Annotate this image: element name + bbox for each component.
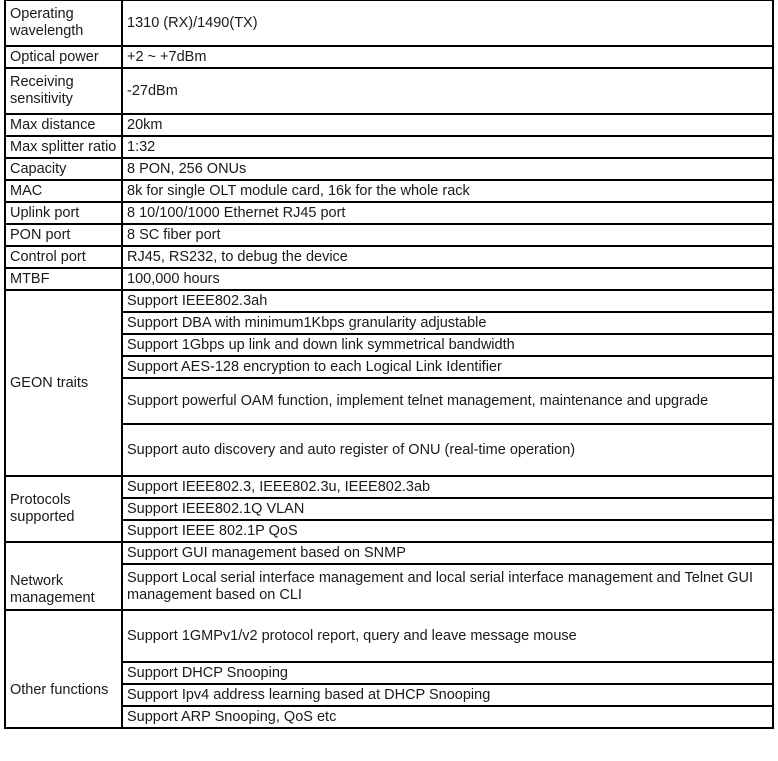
table-row: Max splitter ratio 1:32 (4, 135, 774, 159)
row-label-mac: MAC (4, 179, 123, 203)
table-row: Uplink port 8 10/100/1000 Ethernet RJ45 … (4, 201, 774, 225)
row-value-geon-2: Support DBA with minimum1Kbps granularit… (121, 311, 774, 335)
row-value-network-mgmt-1: Support GUI management based on SNMP (121, 541, 774, 565)
row-value-network-mgmt-2: Support Local serial interface managemen… (121, 563, 774, 611)
row-value-other-1: Support 1GMPv1/v2 protocol report, query… (121, 609, 774, 663)
row-value-mac: 8k for single OLT module card, 16k for t… (121, 179, 774, 203)
row-value-geon-6: Support auto discovery and auto register… (121, 423, 774, 477)
specification-table: Operating wavelength 1310 (RX)/1490(TX) … (4, 0, 774, 729)
row-value-other-2: Support DHCP Snooping (121, 661, 774, 685)
row-value-mtbf: 100,000 hours (121, 267, 774, 291)
row-value-max-distance: 20km (121, 113, 774, 137)
row-label-operating-wavelength: Operating wavelength (4, 0, 123, 47)
row-value-optical-power: +2 ~ +7dBm (121, 45, 774, 69)
row-label-uplink-port: Uplink port (4, 201, 123, 225)
row-label-geon-traits: GEON traits (4, 289, 123, 477)
table-row: MAC 8k for single OLT module card, 16k f… (4, 179, 774, 203)
row-label-max-splitter-ratio: Max splitter ratio (4, 135, 123, 159)
specification-sheet: Operating wavelength 1310 (RX)/1490(TX) … (0, 0, 778, 761)
network-mgmt-label-line-2: management (10, 590, 95, 606)
row-label-other-functions: Other functions (4, 609, 123, 729)
table-row: Receiving sensitivity -27dBm (4, 67, 774, 115)
row-label-control-port: Control port (4, 245, 123, 269)
table-row: Network management Support GUI managemen… (4, 541, 774, 611)
table-row: Operating wavelength 1310 (RX)/1490(TX) (4, 0, 774, 47)
row-value-other-3: Support Ipv4 address learning based at D… (121, 683, 774, 707)
row-value-protocols-2: Support IEEE802.1Q VLAN (121, 497, 774, 521)
row-value-geon-1: Support IEEE802.3ah (121, 289, 774, 313)
table-row: Optical power +2 ~ +7dBm (4, 45, 774, 69)
row-label-max-distance: Max distance (4, 113, 123, 137)
row-label-network-management: Network management (4, 541, 123, 611)
row-value-protocols-3: Support IEEE 802.1P QoS (121, 519, 774, 543)
row-label-capacity: Capacity (4, 157, 123, 181)
row-value-control-port: RJ45, RS232, to debug the device (121, 245, 774, 269)
table-row: Protocols supported Support IEEE802.3, I… (4, 475, 774, 543)
row-value-other-4: Support ARP Snooping, QoS etc (121, 705, 774, 729)
row-value-receiving-sensitivity: -27dBm (121, 67, 774, 115)
table-row: PON port 8 SC fiber port (4, 223, 774, 247)
row-label-optical-power: Optical power (4, 45, 123, 69)
row-label-mtbf: MTBF (4, 267, 123, 291)
protocols-label-line-2: supported (10, 509, 75, 525)
row-value-capacity: 8 PON, 256 ONUs (121, 157, 774, 181)
table-row: MTBF 100,000 hours (4, 267, 774, 291)
table-row: Control port RJ45, RS232, to debug the d… (4, 245, 774, 269)
row-label-receiving-sensitivity: Receiving sensitivity (4, 67, 123, 115)
row-label-pon-port: PON port (4, 223, 123, 247)
network-mgmt-label-line-1: Network (10, 573, 64, 589)
table-row: Capacity 8 PON, 256 ONUs (4, 157, 774, 181)
row-value-geon-3: Support 1Gbps up link and down link symm… (121, 333, 774, 357)
row-value-protocols-1: Support IEEE802.3, IEEE802.3u, IEEE802.3… (121, 475, 774, 499)
row-value-geon-4: Support AES-128 encryption to each Logic… (121, 355, 774, 379)
row-value-operating-wavelength: 1310 (RX)/1490(TX) (121, 0, 774, 47)
row-value-pon-port: 8 SC fiber port (121, 223, 774, 247)
table-row: Max distance 20km (4, 113, 774, 137)
row-value-geon-5: Support powerful OAM function, implement… (121, 377, 774, 425)
table-row: Other functions Support 1GMPv1/v2 protoc… (4, 609, 774, 729)
table-row: GEON traits Support IEEE802.3ah (4, 289, 774, 477)
row-value-max-splitter-ratio: 1:32 (121, 135, 774, 159)
protocols-label-line-1: Protocols (10, 492, 71, 508)
row-value-uplink-port: 8 10/100/1000 Ethernet RJ45 port (121, 201, 774, 225)
row-label-protocols-supported: Protocols supported (4, 475, 123, 543)
